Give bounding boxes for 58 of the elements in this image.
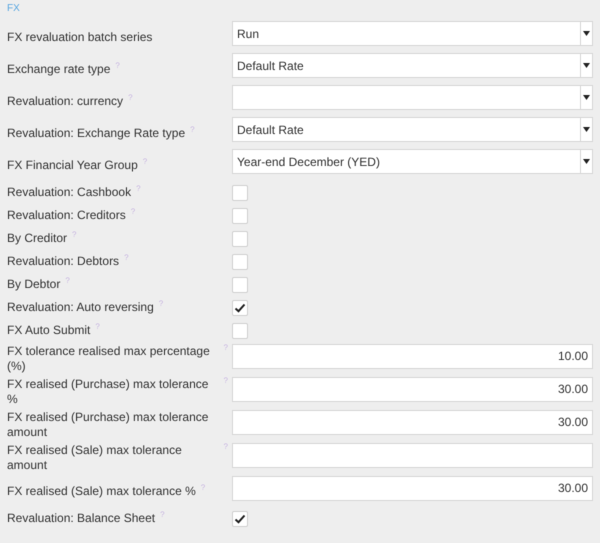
help-mark[interactable]: ? — [136, 185, 141, 193]
checkbox[interactable] — [232, 276, 248, 292]
checkbox[interactable] — [232, 510, 248, 526]
field-label: Revaluation: Debtors — [7, 254, 120, 269]
help-mark[interactable]: ? — [128, 94, 133, 102]
field-label: By Creditor — [7, 231, 68, 246]
select-field[interactable] — [232, 85, 593, 110]
select-field[interactable]: Default Rate — [232, 117, 593, 142]
help-mark[interactable]: ? — [142, 158, 148, 166]
help-mark[interactable]: ? — [130, 208, 136, 216]
checkbox[interactable] — [232, 208, 248, 224]
field-label: FX revaluation batch series — [7, 30, 152, 44]
field-label: Revaluation: Creditors — [7, 208, 126, 223]
field-label: Revaluation: currency — [7, 94, 124, 108]
field-label: Exchange rate type — [7, 62, 110, 76]
caret-icon — [583, 31, 590, 36]
checkbox[interactable] — [232, 184, 248, 200]
checkbox[interactable] — [232, 322, 248, 338]
number-field[interactable]: 30.00 — [232, 410, 593, 434]
field-label: By Debtor — [7, 277, 60, 292]
select-field[interactable]: Default Rate — [232, 53, 593, 78]
field-label: Revaluation: Cashbook — [7, 185, 132, 200]
select-field[interactable]: Year-end December (YED) — [232, 149, 593, 174]
field-label: FX tolerance realised max percentage (%) — [7, 344, 211, 374]
help-mark[interactable]: ? — [124, 254, 129, 262]
caret-icon — [583, 95, 590, 100]
caret-icon — [583, 159, 590, 164]
field-label: FX realised (Purchase) max tolerance % — [7, 377, 210, 407]
number-field[interactable]: 30.00 — [232, 376, 593, 402]
field-label: FX realised (Sale) max tolerance % — [7, 484, 196, 498]
checkbox[interactable] — [232, 300, 248, 316]
field-label: FX Financial Year Group — [7, 158, 138, 172]
help-mark[interactable]: ? — [190, 126, 195, 134]
help-mark[interactable]: ? — [95, 323, 100, 331]
checkbox[interactable] — [232, 254, 248, 270]
field-label: FX Auto Submit — [7, 323, 90, 338]
number-field[interactable] — [232, 442, 593, 468]
help-mark[interactable]: ? — [158, 300, 164, 308]
caret-icon — [583, 63, 590, 68]
number-field[interactable]: 30.00 — [232, 476, 593, 500]
help-mark[interactable]: ? — [224, 344, 228, 352]
field-label: Revaluation: Balance Sheet — [7, 511, 156, 526]
help-mark[interactable]: ? — [72, 231, 76, 239]
caret-icon — [583, 127, 590, 132]
help-mark[interactable]: ? — [200, 484, 206, 492]
help-mark[interactable]: ? — [160, 511, 165, 519]
help-mark[interactable]: ? — [115, 62, 120, 70]
help-mark[interactable]: ? — [224, 377, 228, 385]
number-field[interactable]: 10.00 — [232, 344, 593, 368]
section-title: FX — [7, 2, 20, 16]
help-mark[interactable]: ? — [65, 277, 70, 285]
checkbox[interactable] — [232, 230, 248, 246]
field-label: FX realised (Purchase) max tolerance amount — [7, 410, 210, 440]
field-label: FX realised (Sale) max tolerance amount — [7, 443, 183, 473]
select-field[interactable]: Run — [232, 21, 593, 46]
help-mark[interactable]: ? — [224, 443, 228, 451]
field-label: Revaluation: Exchange Rate type — [7, 126, 186, 140]
field-label: Revaluation: Auto reversing — [7, 300, 154, 315]
